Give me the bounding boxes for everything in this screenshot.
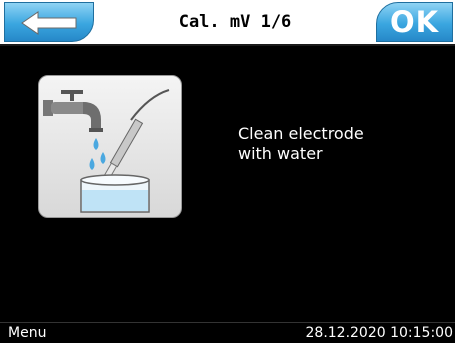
rinse-electrode-under-tap-icon [43, 89, 170, 213]
status-bar: Menu 28.12.2020 10:15:00 [0, 322, 455, 343]
rinse-electrode-illustration [38, 75, 182, 218]
calibration-screen: Cal. mV 1/6 OK Clean electrode with wate… [0, 0, 455, 343]
instruction-line-1: Clean electrode [238, 124, 364, 143]
back-button[interactable] [4, 2, 94, 42]
main-content: Clean electrode with water [0, 46, 455, 320]
page-title: Cal. mV 1/6 [178, 12, 292, 32]
instruction-line-2: with water [238, 144, 323, 163]
menu-link[interactable]: Menu [8, 325, 46, 341]
ok-button[interactable]: OK [376, 2, 453, 42]
header-bar: Cal. mV 1/6 OK [0, 0, 455, 46]
instruction-text: Clean electrode with water [238, 124, 438, 164]
arrow-left-icon [21, 11, 77, 35]
datetime-display: 28.12.2020 10:15:00 [305, 325, 454, 341]
